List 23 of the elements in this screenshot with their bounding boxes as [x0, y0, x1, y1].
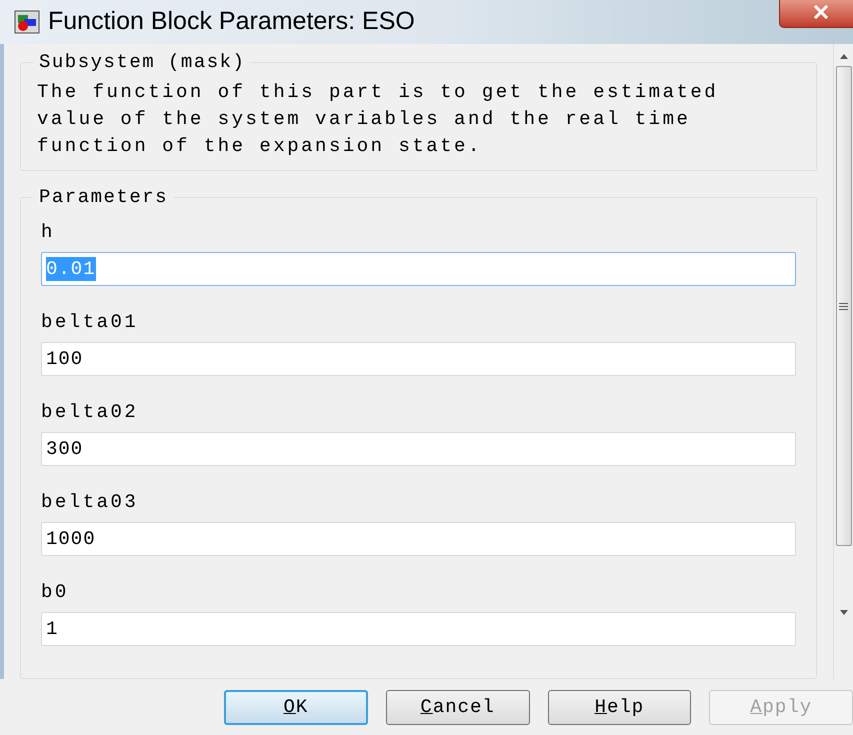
scrollbar[interactable]	[833, 44, 853, 679]
close-icon	[812, 5, 830, 19]
dialog-button[interactable]: OK	[224, 690, 368, 724]
field-label: belta01	[41, 310, 140, 334]
input-field[interactable]: 300	[41, 432, 796, 466]
block-diagram-icon	[14, 10, 40, 34]
input-field[interactable]: 100	[41, 342, 796, 376]
group-title: Subsystem (mask)	[33, 51, 252, 73]
scroll-thumb[interactable]	[836, 66, 852, 546]
scroll-down-icon[interactable]	[838, 609, 848, 617]
dialog-button[interactable]: Help	[548, 690, 692, 724]
dialog-button[interactable]: Cancel	[386, 690, 530, 724]
description-text: The function of this part is to get the estimated value of the system variables and the real time function of the expansion state.	[37, 80, 720, 159]
field-label: belta03	[41, 490, 140, 514]
field-label: belta02	[41, 400, 140, 424]
grip-icon	[839, 302, 848, 310]
input-field[interactable]: 1000	[41, 522, 796, 556]
window-title: Function Block Parameters: ESO	[48, 6, 415, 38]
field-label: b0	[41, 580, 70, 604]
input-field[interactable]: 1	[41, 612, 796, 646]
close-button[interactable]	[779, 0, 853, 28]
scroll-up-icon[interactable]	[838, 52, 848, 60]
field-label: h	[41, 220, 56, 244]
